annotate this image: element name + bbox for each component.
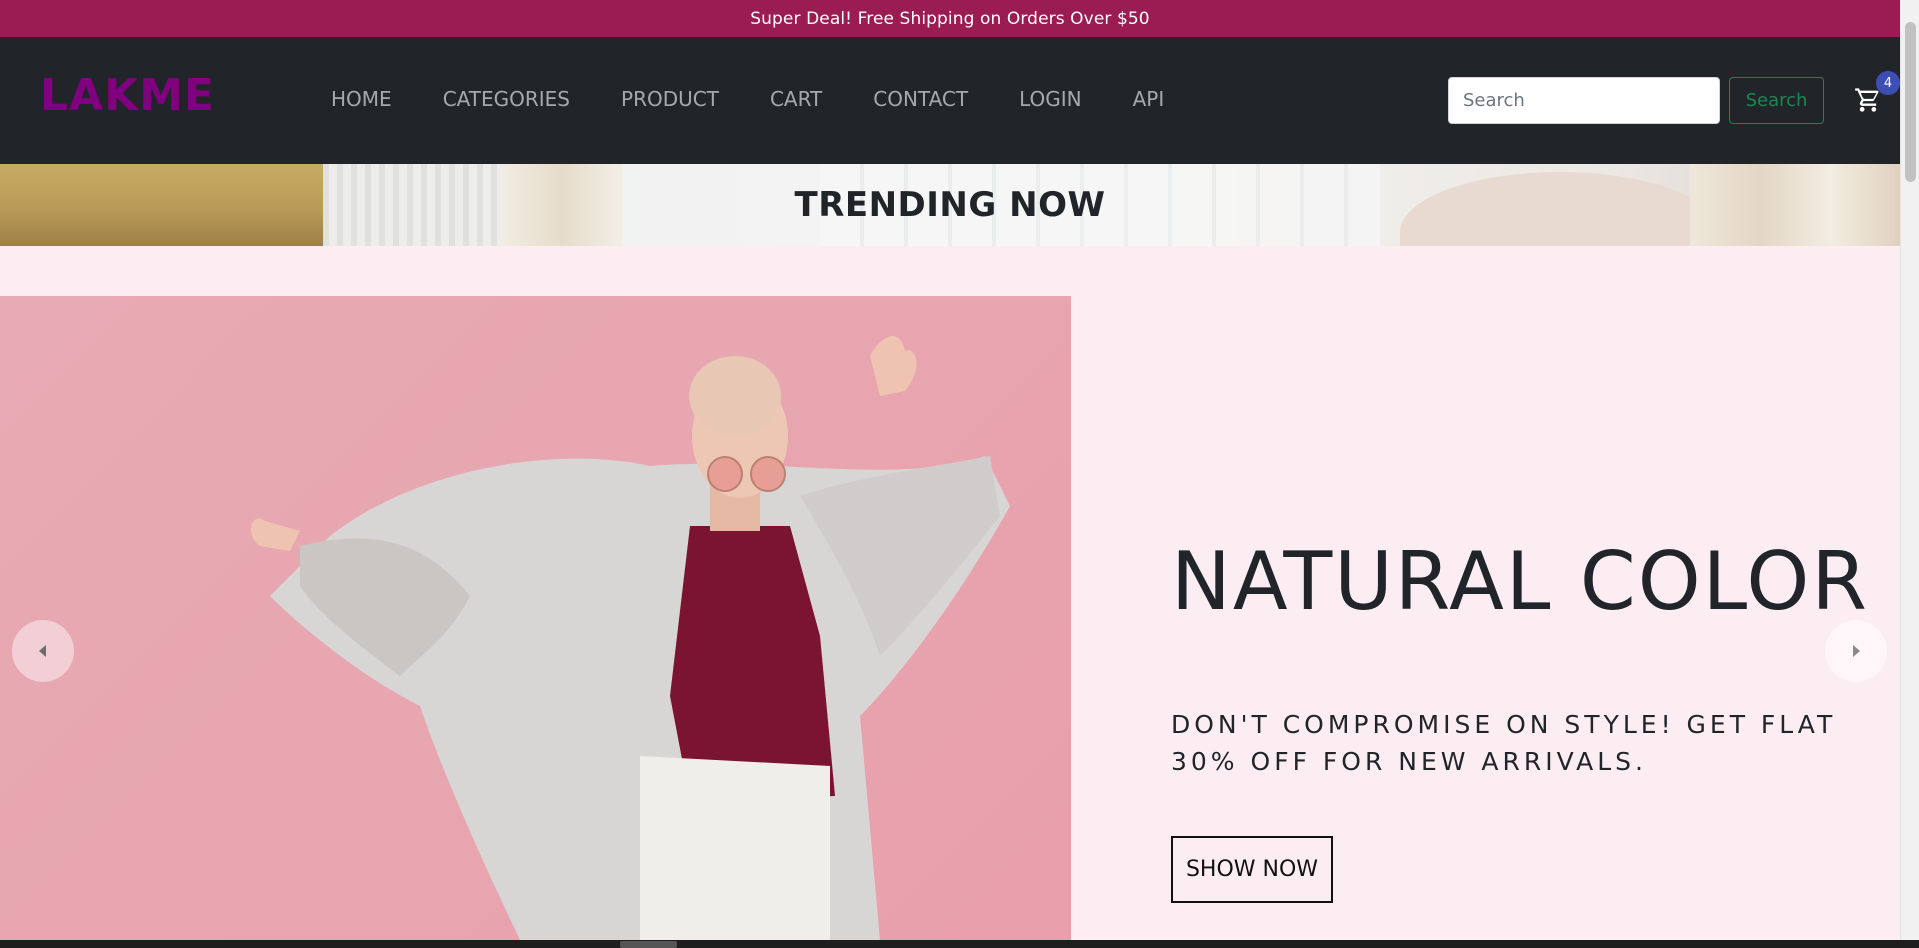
chevron-left-icon (39, 645, 46, 657)
search-input[interactable] (1448, 77, 1720, 124)
trending-title: TRENDING NOW (794, 185, 1106, 225)
trending-banner: TRENDING NOW (0, 164, 1900, 246)
nav-link-contact[interactable]: CONTACT (873, 87, 968, 111)
hero-subheading: DON'T COMPROMISE ON STYLE! GET FLAT 30% … (1171, 710, 1837, 776)
carousel-next-button[interactable] (1825, 620, 1887, 682)
nav-links: HOME CATEGORIES PRODUCT CART CONTACT LOG… (331, 87, 1215, 111)
nav-link-product[interactable]: PRODUCT (621, 87, 719, 111)
hero-content: NATURAL COLOR DON'T COMPROMISE ON STYLE!… (1171, 535, 1871, 780)
cart-button[interactable]: 4 (1854, 71, 1900, 121)
show-now-button[interactable]: SHOW NOW (1171, 836, 1333, 903)
promo-text: Super Deal! Free Shipping on Orders Over… (750, 8, 1150, 29)
nav-link-categories[interactable]: CATEGORIES (443, 87, 570, 111)
nav-link-api[interactable]: API (1133, 87, 1165, 111)
chevron-right-icon (1853, 645, 1860, 657)
model-illustration (250, 336, 1010, 940)
navbar: LAKME HOME CATEGORIES PRODUCT CART CONTA… (0, 37, 1900, 164)
vertical-scrollbar[interactable] (1900, 0, 1919, 940)
promo-banner: Super Deal! Free Shipping on Orders Over… (0, 0, 1900, 37)
horizontal-scrollbar-thumb[interactable] (620, 941, 677, 948)
search-button[interactable]: Search (1729, 77, 1824, 124)
brand-logo[interactable]: LAKME (40, 70, 215, 121)
cart-count-badge: 4 (1876, 71, 1900, 95)
carousel-prev-button[interactable] (12, 620, 74, 682)
vertical-scrollbar-thumb[interactable] (1905, 22, 1916, 182)
horizontal-scrollbar[interactable] (0, 940, 1919, 948)
hero-image (0, 296, 1071, 940)
nav-link-login[interactable]: LOGIN (1019, 87, 1082, 111)
hero-heading: NATURAL COLOR (1171, 535, 1869, 628)
nav-link-cart[interactable]: CART (770, 87, 822, 111)
nav-link-home[interactable]: HOME (331, 87, 392, 111)
